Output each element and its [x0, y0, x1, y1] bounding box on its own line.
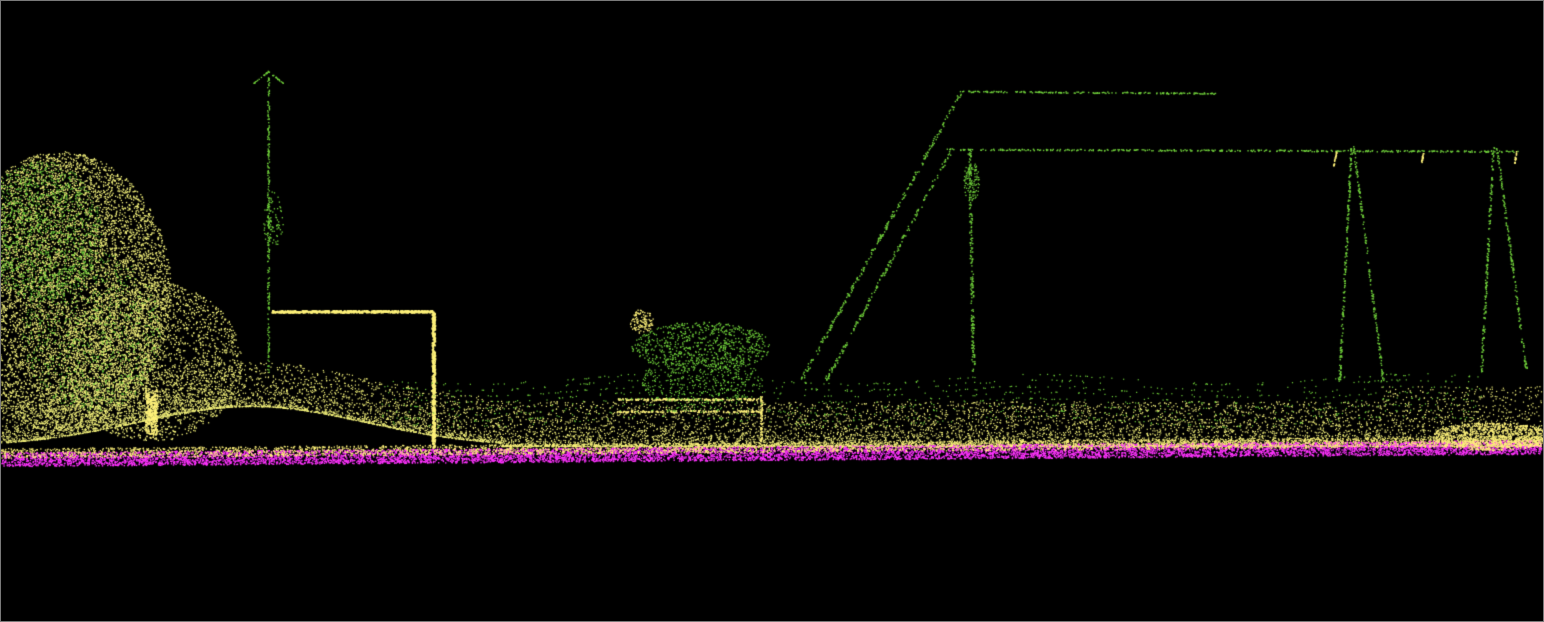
- point-cloud-viewport[interactable]: [0, 0, 1544, 622]
- point-cloud-canvas[interactable]: [1, 1, 1543, 621]
